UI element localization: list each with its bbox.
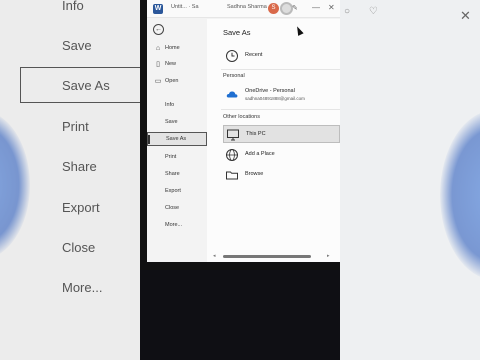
horizontal-scrollbar[interactable]: ◂ ▸ [213,253,333,259]
location-add-place[interactable]: Add a Place [223,146,340,164]
nav-export[interactable]: Export [147,184,207,198]
bg-menu-export: Export [62,200,100,215]
divider [221,69,340,70]
nav-save-label: Save [165,119,178,125]
save-as-pane: Save As Recent Personal OneDrive - Perso… [207,19,340,262]
folder-open-icon: ▭ [154,78,162,85]
browse-label: Browse [245,171,264,177]
wallpaper-swirl [0,110,30,260]
backstage-nav: ← ⌂ Home ▯ New ▭ Open Info Save Save As … [147,19,207,262]
nav-close-label: Close [165,205,180,211]
nav-print[interactable]: Print [147,150,207,164]
nav-print-label: Print [165,154,177,160]
onedrive-email: sadhna04891888@gmail.com [245,96,305,101]
bg-menu-close: Close [62,240,96,255]
nav-home[interactable]: ⌂ Home [147,41,207,55]
location-recent[interactable]: Recent [223,47,340,65]
dark-backdrop [140,270,340,360]
scroll-left-icon[interactable]: ◂ [213,253,216,259]
nav-share-label: Share [165,171,180,177]
scroll-thumb[interactable] [223,255,311,258]
add-place-label: Add a Place [245,151,275,157]
cloud-icon [226,91,238,98]
wallpaper-swirl [440,110,480,280]
page-title: Save As [223,28,251,37]
bg-menu-share: Share [62,159,97,174]
bg-menu-info: Info [62,0,84,13]
this-pc-label: This PC [246,131,266,137]
avatar[interactable]: S [268,3,279,14]
account-name[interactable]: Sadhna Sharma [227,4,267,10]
new-document-icon: ▯ [156,61,160,68]
bg-toolbar-icons: ○ ♡ [344,6,386,17]
nav-close[interactable]: Close [147,201,207,215]
location-browse[interactable]: Browse [223,166,340,184]
word-app-icon: W [153,4,163,14]
nav-save-as-label: Save As [166,136,187,142]
background-menu: Info Save Save As Print Share Export Clo… [0,0,140,360]
nav-share[interactable]: Share [147,167,207,181]
close-icon[interactable]: ✕ [328,3,335,12]
background-right: ○ ♡ ✕ [340,0,480,360]
document-name[interactable]: Untit... · Sa [171,4,199,10]
nav-more[interactable]: More... [147,218,207,232]
globe-icon [226,149,238,161]
personal-heading: Personal [223,73,245,79]
nav-open-label: Open [165,78,179,84]
title-bar: W Untit... · Sa Sadhna Sharma S ✎ — ✕ [147,0,340,18]
folder-icon [226,171,238,180]
nav-new-label: New [165,61,177,67]
clock-icon [226,50,238,62]
nav-more-label: More... [165,222,183,228]
word-window: W Untit... · Sa Sadhna Sharma S ✎ — ✕ ← … [147,0,340,262]
divider [221,109,340,110]
nav-new[interactable]: ▯ New [147,57,207,71]
scroll-right-icon[interactable]: ▸ [327,253,330,259]
diamond-icon[interactable]: ✎ [292,4,298,12]
home-icon: ⌂ [155,44,161,52]
nav-info-label: Info [165,102,175,108]
bg-menu-print: Print [62,119,89,134]
nav-info[interactable]: Info [147,98,207,112]
other-locations-heading: Other locations [223,114,260,120]
minimize-icon[interactable]: — [312,3,320,12]
nav-save-as[interactable]: Save As [147,132,207,146]
computer-icon [227,129,239,141]
nav-open[interactable]: ▭ Open [147,74,207,88]
onedrive-label: OneDrive - Personal [245,88,295,94]
recent-label: Recent [245,52,263,58]
nav-save[interactable]: Save [147,115,207,129]
back-arrow-icon[interactable]: ← [153,24,164,35]
nav-export-label: Export [165,188,181,194]
bg-menu-save-as: Save As [62,78,110,93]
bg-menu-more: More... [62,280,103,295]
location-onedrive[interactable]: OneDrive - Personal sadhna04891888@gmail… [223,85,340,103]
bg-menu-save: Save [62,38,92,53]
nav-home-label: Home [165,45,180,51]
location-this-pc[interactable]: This PC [223,125,340,143]
bg-close-icon: ✕ [460,8,471,23]
